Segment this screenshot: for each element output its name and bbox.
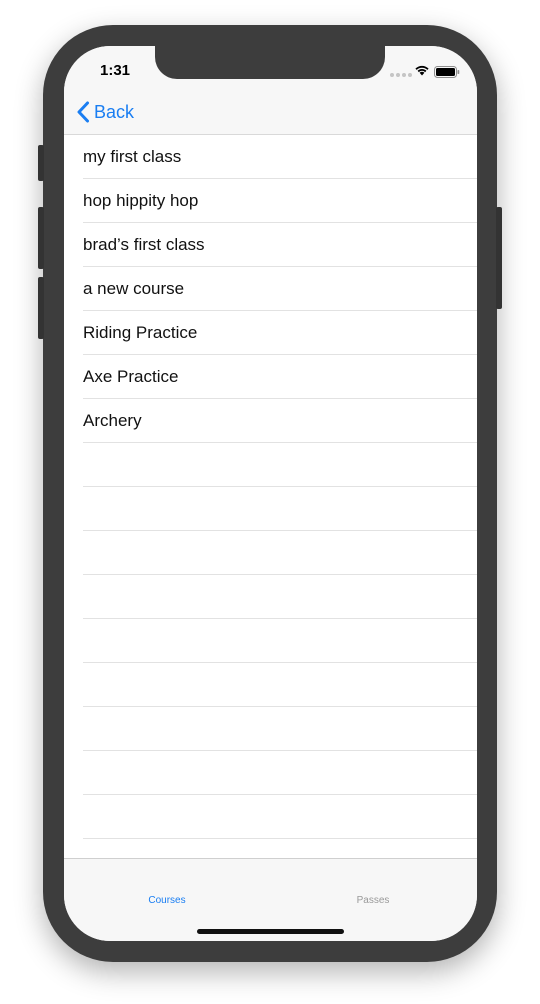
empty-row	[83, 707, 477, 751]
empty-row	[83, 795, 477, 839]
screen: 1:31 Back my first class hop hippity hop…	[64, 46, 477, 941]
home-indicator	[197, 929, 344, 934]
list-item[interactable]: Archery	[83, 399, 477, 443]
power-button	[496, 207, 502, 309]
empty-row	[83, 487, 477, 531]
mute-switch	[38, 145, 44, 181]
volume-down-button	[38, 277, 44, 339]
course-list: my first class hop hippity hop brad’s fi…	[64, 135, 477, 839]
empty-row	[83, 575, 477, 619]
signal-dots-icon	[390, 73, 412, 77]
list-item[interactable]: brad’s first class	[83, 223, 477, 267]
back-button-label: Back	[94, 101, 135, 122]
course-title: Axe Practice	[83, 367, 179, 386]
wifi-icon	[415, 65, 429, 76]
list-item[interactable]: Riding Practice	[83, 311, 477, 355]
course-title: brad’s first class	[83, 235, 205, 254]
tab-passes[interactable]: Passes	[313, 895, 433, 906]
list-item[interactable]: hop hippity hop	[83, 179, 477, 223]
empty-row	[83, 751, 477, 795]
status-time: 1:31	[100, 62, 131, 79]
list-item[interactable]: my first class	[83, 135, 477, 179]
empty-row	[83, 531, 477, 575]
list-item[interactable]: a new course	[83, 267, 477, 311]
back-button[interactable]: Back	[76, 100, 134, 124]
volume-up-button	[38, 207, 44, 269]
battery-icon	[434, 66, 460, 78]
empty-row	[83, 443, 477, 487]
course-title: my first class	[83, 147, 182, 166]
empty-row	[83, 619, 477, 663]
empty-row	[83, 663, 477, 707]
list-item[interactable]: Axe Practice	[83, 355, 477, 399]
navigation-bar: Back	[64, 90, 477, 135]
course-title: a new course	[83, 279, 185, 298]
notch	[155, 46, 385, 79]
tab-courses[interactable]: Courses	[107, 895, 227, 906]
course-title: Riding Practice	[83, 323, 198, 342]
chevron-left-icon	[77, 101, 89, 123]
course-title: Archery	[83, 411, 142, 430]
course-title: hop hippity hop	[83, 191, 199, 210]
